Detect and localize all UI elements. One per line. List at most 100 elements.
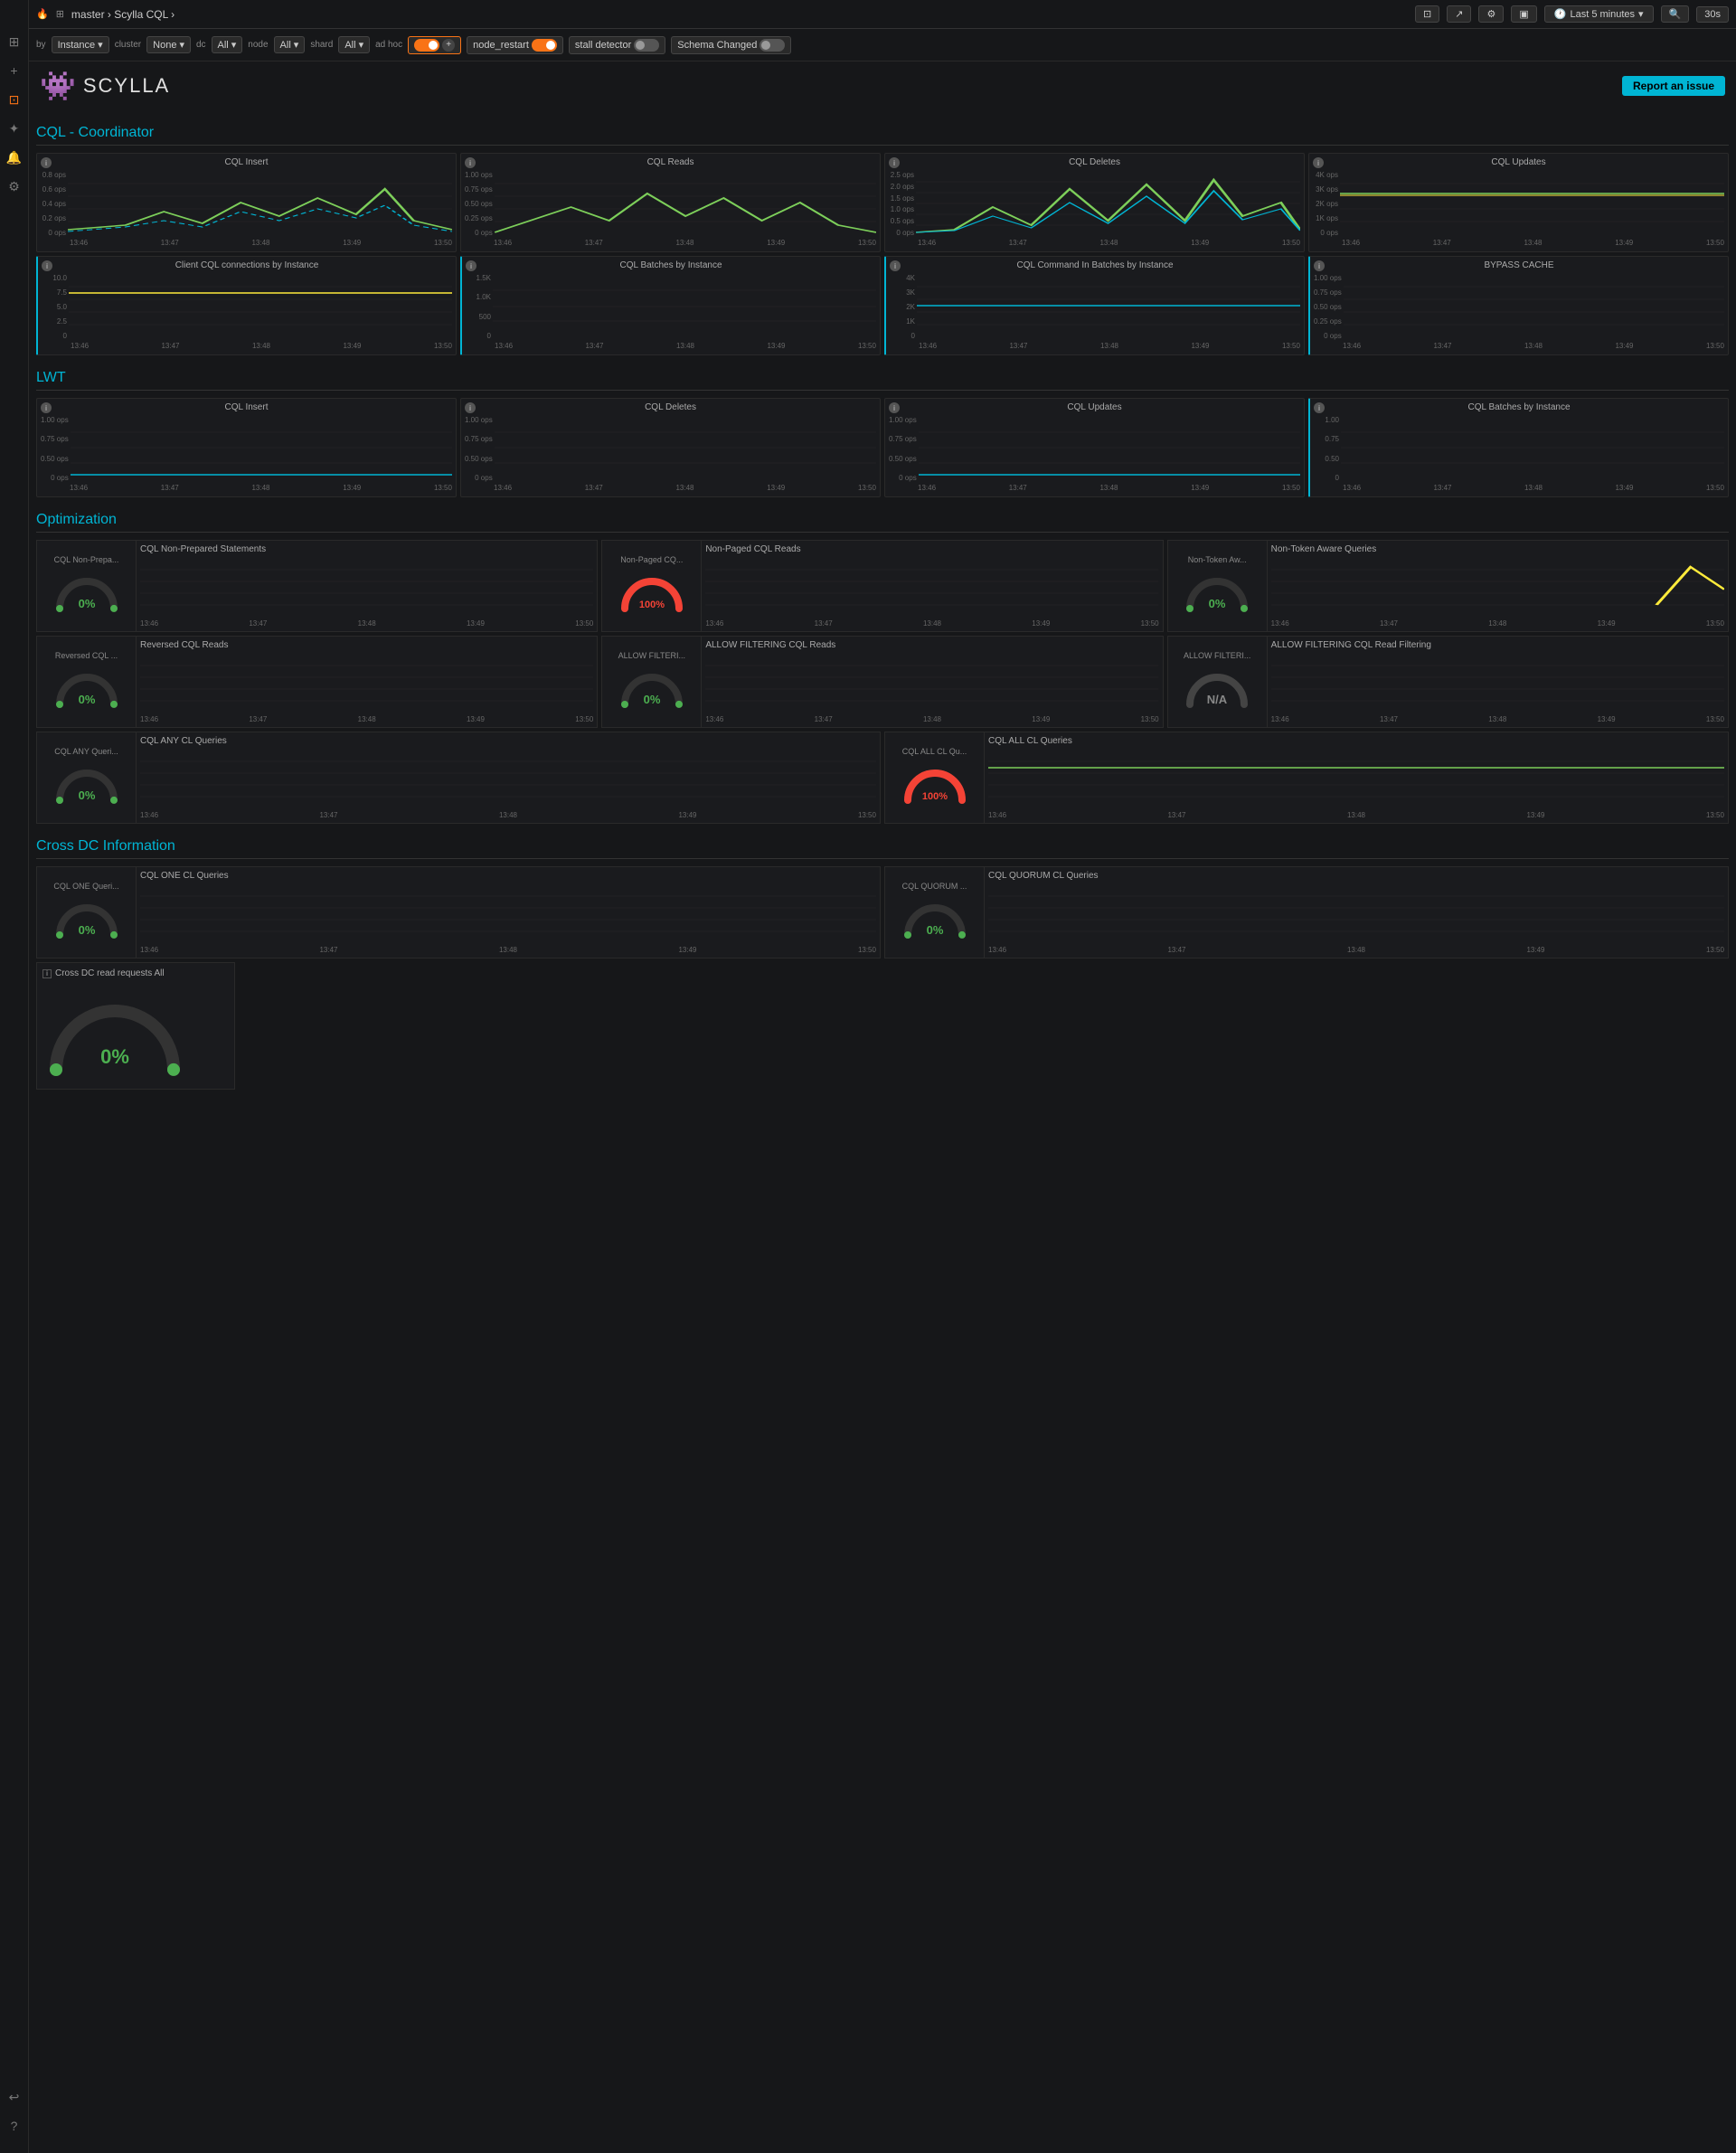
svg-text:N/A: N/A bbox=[1207, 693, 1228, 706]
apps-icon[interactable]: ⊞ bbox=[2, 29, 27, 54]
lwt-insert-title: CQL Insert bbox=[41, 402, 452, 412]
help-icon[interactable]: ? bbox=[2, 2113, 27, 2139]
cql-updates-info-icon[interactable]: i bbox=[1313, 157, 1324, 168]
node-restart-toggle[interactable] bbox=[532, 39, 557, 52]
clock-icon: 🕐 bbox=[1554, 8, 1567, 20]
dashboard-icon[interactable]: ⊡ bbox=[2, 87, 27, 112]
opt-non-paged-gauge: 100% bbox=[616, 568, 688, 618]
lwt-row: i CQL Insert 1.00 ops0.75 ops0.50 ops0 o… bbox=[36, 398, 1729, 497]
opt-allow-filtering-read-gauge-title: ALLOW FILTERI... bbox=[1184, 651, 1250, 660]
dc-value: All bbox=[218, 40, 229, 51]
adhoc-add-btn[interactable]: + bbox=[442, 39, 455, 52]
filter-by-label: by bbox=[36, 40, 46, 50]
search-btn[interactable]: 🔍 bbox=[1661, 5, 1690, 23]
explore-icon[interactable]: ✦ bbox=[2, 116, 27, 141]
cross-dc-quorum-gauge-title: CQL QUORUM ... bbox=[902, 882, 967, 891]
svg-text:100%: 100% bbox=[921, 791, 947, 802]
lwt-deletes-title: CQL Deletes bbox=[465, 402, 876, 412]
cql-deletes-panel: i CQL Deletes 2.5 ops2.0 ops1.5 ops1.0 o… bbox=[884, 153, 1305, 252]
client-cql-info-icon[interactable]: i bbox=[42, 260, 52, 271]
opt-non-paged-x-labels: 13:4613:4713:4813:4913:50 bbox=[705, 619, 1158, 628]
cql-reads-info-icon[interactable]: i bbox=[465, 157, 476, 168]
cql-batches-title: CQL Batches by Instance bbox=[466, 260, 876, 270]
opt-allow-filtering-read-gauge: N/A bbox=[1181, 664, 1253, 713]
report-issue-button[interactable]: Report an issue bbox=[1622, 76, 1725, 96]
node-filter[interactable]: All ▾ bbox=[274, 36, 306, 53]
svg-text:0%: 0% bbox=[1209, 597, 1226, 610]
opt-all-cl-chart-title: CQL ALL CL Queries bbox=[988, 736, 1724, 746]
opt-non-paged-gauge-title: Non-Paged CQ... bbox=[620, 555, 683, 564]
dc-filter[interactable]: All ▾ bbox=[212, 36, 243, 53]
opt-non-token-chart-title: Non-Token Aware Queries bbox=[1271, 544, 1724, 554]
shard-value: All bbox=[344, 40, 355, 51]
adhoc-filter[interactable]: + bbox=[408, 36, 461, 54]
svg-text:0%: 0% bbox=[78, 693, 95, 706]
lwt-batches-info-icon[interactable]: i bbox=[1314, 402, 1325, 413]
cql-cmd-batches-info-icon[interactable]: i bbox=[890, 260, 901, 271]
opt-allow-filtering-chart-title: ALLOW FILTERING CQL Reads bbox=[705, 640, 1158, 650]
cql-updates-x-labels: 13:4613:4713:4813:4913:50 bbox=[1313, 239, 1724, 247]
cql-batches-y-labels: 1.5K1.0K5000 bbox=[466, 274, 493, 340]
svg-text:100%: 100% bbox=[639, 600, 665, 610]
lwt-updates-chart bbox=[919, 416, 1300, 479]
schema-changed-filter[interactable]: Schema Changed bbox=[671, 36, 791, 54]
settings2-btn[interactable]: ⚙ bbox=[1478, 5, 1504, 23]
instance-filter[interactable]: Instance ▾ bbox=[52, 36, 109, 53]
lwt-insert-x-labels: 13:4613:4713:4813:4913:50 bbox=[41, 484, 452, 492]
stall-detector-toggle[interactable] bbox=[634, 39, 659, 52]
add-icon[interactable]: + bbox=[2, 58, 27, 83]
opt-all-cl-chart bbox=[988, 750, 1724, 808]
client-cql-title: Client CQL connections by Instance bbox=[42, 260, 452, 270]
cluster-filter[interactable]: None ▾ bbox=[146, 36, 191, 53]
cql-insert-info-icon[interactable]: i bbox=[41, 157, 52, 168]
opt-non-prepared-gauge: 0% bbox=[51, 568, 123, 618]
monitor-btn[interactable]: ▣ bbox=[1511, 5, 1536, 23]
cql-deletes-info-icon[interactable]: i bbox=[889, 157, 900, 168]
hamburger-icon[interactable]: ⊞ bbox=[56, 8, 64, 20]
alerts-icon[interactable]: 🔔 bbox=[2, 145, 27, 170]
bypass-cache-x-labels: 13:4613:4713:4813:4913:50 bbox=[1314, 342, 1724, 350]
lwt-batches-panel: i CQL Batches by Instance 1.000.750.500 … bbox=[1308, 398, 1729, 497]
opt-any-cl-gauge-title: CQL ANY Queri... bbox=[54, 747, 118, 756]
stall-detector-filter[interactable]: stall detector bbox=[569, 36, 665, 54]
cql-updates-title: CQL Updates bbox=[1313, 157, 1724, 167]
opt-allow-filtering-read-panel: ALLOW FILTERI... N/A ALLOW FILTERING CQL… bbox=[1167, 636, 1729, 728]
cql-batches-x-labels: 13:4613:4713:4813:4913:50 bbox=[466, 342, 876, 350]
opt-non-prepared-panel: CQL Non-Prepa... 0% CQL Non-Prepared Sta… bbox=[36, 540, 598, 632]
settings-icon[interactable]: ⚙ bbox=[2, 174, 27, 199]
share-btn[interactable]: ↗ bbox=[1447, 5, 1471, 23]
cross-dc-quorum-x-labels: 13:4613:4713:4813:4913:50 bbox=[988, 946, 1724, 954]
lwt-updates-panel: i CQL Updates 1.00 ops0.75 ops0.50 ops0 … bbox=[884, 398, 1305, 497]
cross-dc-quorum-panel: CQL QUORUM ... 0% CQL QUORUM CL Queries … bbox=[884, 866, 1729, 958]
opt-allow-filtering-chart bbox=[705, 654, 1158, 713]
opt-any-cl-gauge: 0% bbox=[51, 760, 123, 809]
lwt-insert-info-icon[interactable]: i bbox=[41, 402, 52, 413]
dashboard-btn[interactable]: ⊡ bbox=[1415, 5, 1439, 23]
opt-allow-filtering-gauge: 0% bbox=[616, 664, 688, 713]
cql-batches-info-icon[interactable]: i bbox=[466, 260, 476, 271]
lwt-deletes-info-icon[interactable]: i bbox=[465, 402, 476, 413]
shard-filter[interactable]: All ▾ bbox=[338, 36, 370, 53]
adhoc-toggle[interactable] bbox=[414, 39, 439, 52]
undo-icon[interactable]: ↩ bbox=[2, 2084, 27, 2110]
opt-allow-filtering-gauge-title: ALLOW FILTERI... bbox=[618, 651, 685, 660]
opt-non-prepared-chart-title: CQL Non-Prepared Statements bbox=[140, 544, 593, 554]
lwt-updates-y-labels: 1.00 ops0.75 ops0.50 ops0 ops bbox=[889, 416, 919, 482]
optimization-header: Optimization bbox=[36, 505, 1729, 533]
cross-dc-quorum-gauge: 0% bbox=[899, 894, 971, 944]
refresh-btn[interactable]: 30s bbox=[1696, 6, 1729, 23]
lwt-batches-chart bbox=[1341, 416, 1724, 479]
time-range-selector[interactable]: 🕐 Last 5 minutes ▾ bbox=[1544, 5, 1654, 23]
cross-dc-info-icon[interactable]: i bbox=[42, 969, 52, 978]
schema-changed-toggle[interactable] bbox=[760, 39, 785, 52]
cql-insert-chart bbox=[68, 171, 452, 234]
opt-reversed-gauge-title: Reversed CQL ... bbox=[55, 651, 118, 660]
lwt-batches-title: CQL Batches by Instance bbox=[1314, 402, 1724, 412]
bypass-cache-info-icon[interactable]: i bbox=[1314, 260, 1325, 271]
stall-detector-label: stall detector bbox=[575, 40, 631, 51]
node-restart-filter[interactable]: node_restart bbox=[467, 36, 563, 54]
cql-deletes-y-labels: 2.5 ops2.0 ops1.5 ops1.0 ops0.5 ops0 ops bbox=[889, 171, 916, 237]
lwt-updates-info-icon[interactable]: i bbox=[889, 402, 900, 413]
cql-cmd-batches-title: CQL Command In Batches by Instance bbox=[890, 260, 1300, 270]
bypass-cache-panel: i BYPASS CACHE 1.00 ops0.75 ops0.50 ops0… bbox=[1308, 256, 1729, 355]
